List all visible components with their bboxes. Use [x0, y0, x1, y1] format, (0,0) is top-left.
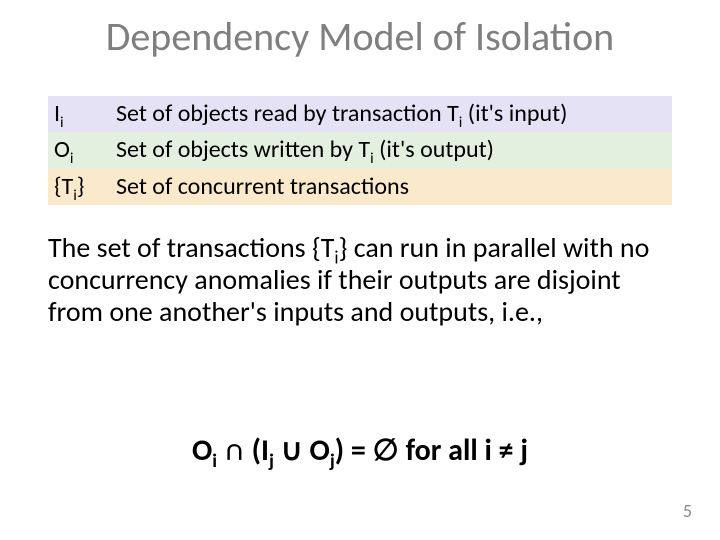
def-description: Set of concurrent transactions	[110, 169, 672, 205]
def-symbol: {Ti}	[48, 169, 110, 205]
def-description: Set of objects read by transaction Ti (i…	[110, 96, 672, 132]
def-symbol: Oi	[48, 132, 110, 168]
body-paragraph: The set of transactions {Ti} can run in …	[48, 232, 672, 329]
formula-line: Oi ∩ (Ij ∪ Oj) = ∅ for all i ≠ j	[0, 432, 720, 469]
page-number: 5	[683, 500, 692, 522]
def-description: Set of objects written by Ti (it's outpu…	[110, 132, 672, 168]
table-row: {Ti} Set of concurrent transactions	[48, 169, 672, 205]
def-symbol: Ii	[48, 96, 110, 132]
slide: Dependency Model of Isolation Ii Set of …	[0, 0, 720, 540]
slide-title: Dependency Model of Isolation	[0, 12, 720, 61]
table-row: Ii Set of objects read by transaction Ti…	[48, 96, 672, 132]
definitions-table: Ii Set of objects read by transaction Ti…	[48, 96, 672, 205]
table-row: Oi Set of objects written by Ti (it's ou…	[48, 132, 672, 168]
